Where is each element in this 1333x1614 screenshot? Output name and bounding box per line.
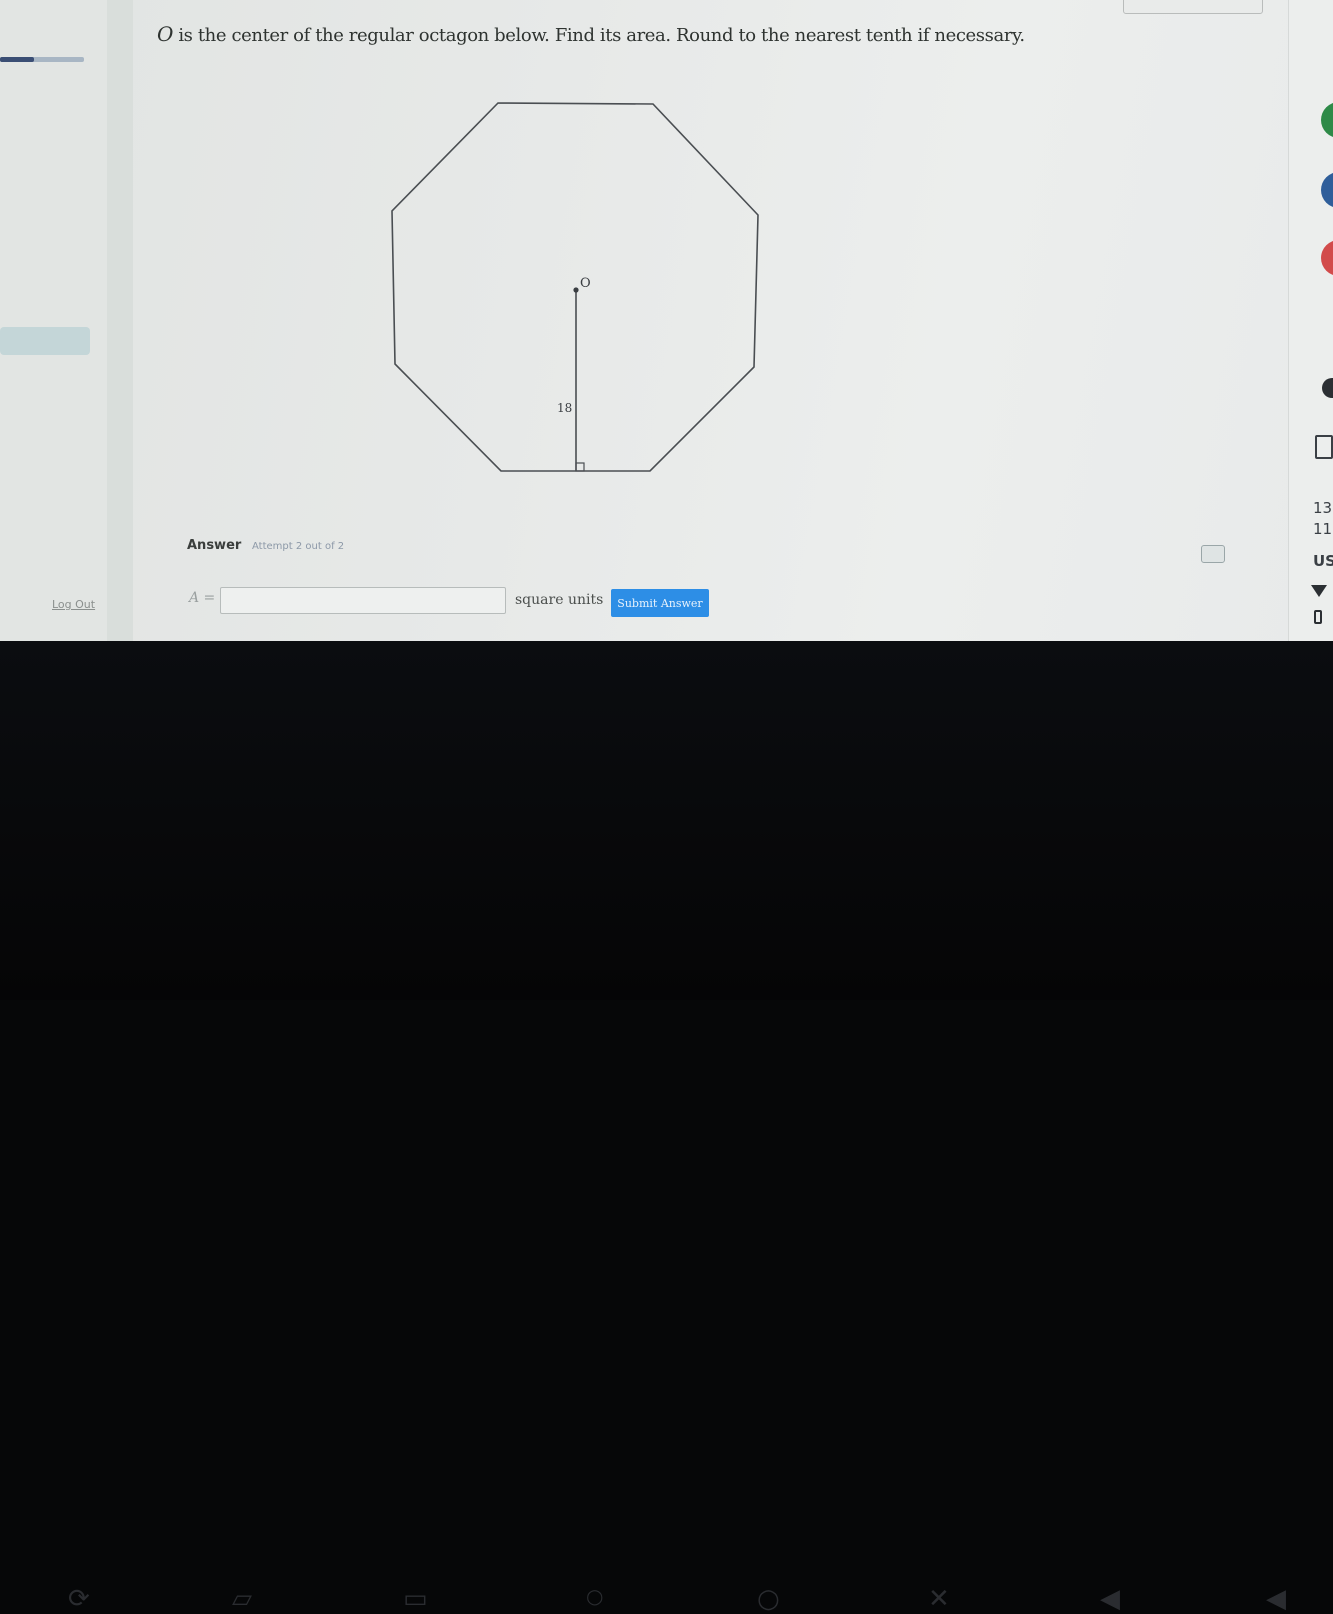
question-text: O is the center of the regular octagon b… <box>157 22 1025 46</box>
progress-bar-fill <box>0 57 34 62</box>
center-label: O <box>580 276 591 291</box>
submit-answer-button[interactable]: Submit Answer <box>611 589 709 617</box>
overview-key-icon[interactable]: ▭ <box>403 1584 428 1614</box>
question-variable: O <box>157 22 173 46</box>
mute-key-icon[interactable]: ✕ <box>928 1584 950 1614</box>
brightness-down-key-icon[interactable]: ○ <box>586 1584 603 1608</box>
top-tab[interactable] <box>1123 0 1263 14</box>
wifi-icon[interactable] <box>1311 585 1327 597</box>
apothem-label: 18 <box>557 401 572 415</box>
battery-icon[interactable] <box>1314 610 1322 624</box>
right-angle-marker <box>575 462 585 472</box>
octagon-shape <box>391 102 759 472</box>
sidebar-divider <box>107 0 133 645</box>
tray-language[interactable]: US <box>1313 552 1333 570</box>
calendar-icon[interactable] <box>1315 435 1333 459</box>
keyboard-area: ⟳ ▱ ▭ ○ ○ ✕ ◀ ◀ <box>0 641 1333 1614</box>
tray-clock-hour: 13 <box>1313 499 1333 517</box>
refresh-key-icon[interactable]: ⟳ <box>68 1584 90 1614</box>
sidebar-active-item[interactable] <box>0 327 90 355</box>
keyboard-icon[interactable] <box>1201 545 1225 563</box>
volume-up-key-icon[interactable]: ◀ <box>1266 1584 1286 1614</box>
center-point <box>573 287 579 293</box>
sidebar: Log Out <box>0 0 107 645</box>
brightness-up-key-icon[interactable]: ○ <box>757 1584 780 1614</box>
units-label: square units <box>515 592 604 608</box>
tray-clock-minute: 11 <box>1313 520 1333 538</box>
answer-input[interactable] <box>220 587 506 614</box>
question-body: is the center of the regular octagon bel… <box>178 25 1025 46</box>
screen: Log Out O is the center of the regular o… <box>0 0 1333 645</box>
os-shelf <box>1288 0 1333 645</box>
attempt-counter: Attempt 2 out of 2 <box>252 541 345 552</box>
logout-link[interactable]: Log Out <box>52 598 95 611</box>
fullscreen-key-icon[interactable]: ▱ <box>232 1584 252 1614</box>
answer-variable-label: A = <box>189 590 216 606</box>
volume-down-key-icon[interactable]: ◀ <box>1100 1584 1120 1614</box>
answer-heading: Answer <box>187 538 242 553</box>
octagon-figure: O 18 <box>391 102 759 472</box>
progress-bar <box>0 57 84 62</box>
